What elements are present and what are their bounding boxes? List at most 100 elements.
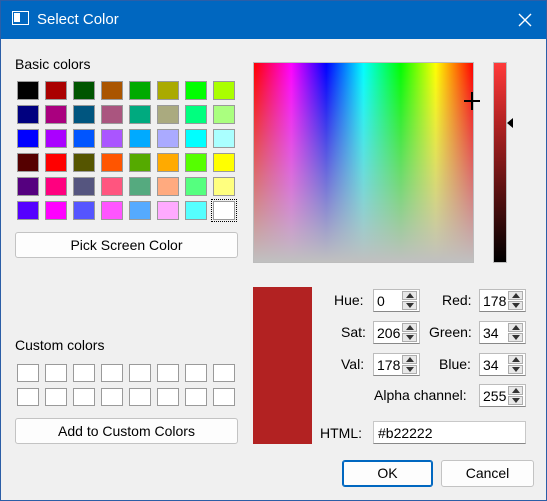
custom-color-slot[interactable]	[157, 388, 179, 406]
red-spinbox[interactable]: 178	[479, 289, 526, 312]
basic-color-swatch[interactable]	[45, 129, 67, 148]
basic-color-swatch[interactable]	[185, 105, 207, 124]
basic-color-swatch[interactable]	[185, 81, 207, 100]
custom-color-slot[interactable]	[101, 364, 123, 382]
basic-color-swatch[interactable]	[129, 177, 151, 196]
basic-color-swatch[interactable]	[185, 177, 207, 196]
hue-decrement-icon[interactable]	[402, 301, 417, 310]
basic-color-swatch[interactable]	[129, 201, 151, 220]
custom-color-slot[interactable]	[213, 388, 235, 406]
basic-color-swatch[interactable]	[17, 105, 39, 124]
basic-color-swatch[interactable]	[101, 177, 123, 196]
val-label: Val:	[341, 356, 365, 372]
blue-increment-icon[interactable]	[508, 355, 523, 364]
window-icon	[12, 11, 29, 25]
custom-color-slot[interactable]	[213, 364, 235, 382]
basic-color-swatch[interactable]	[45, 201, 67, 220]
red-increment-icon[interactable]	[508, 291, 523, 300]
basic-color-swatch[interactable]	[129, 105, 151, 124]
blue-spinbox[interactable]: 34	[479, 353, 526, 376]
basic-color-swatch[interactable]	[101, 153, 123, 172]
val-spinbox[interactable]: 178	[373, 353, 420, 376]
basic-color-swatch[interactable]	[129, 153, 151, 172]
basic-color-swatch[interactable]	[73, 129, 95, 148]
basic-color-swatch[interactable]	[73, 177, 95, 196]
custom-color-slot[interactable]	[185, 388, 207, 406]
alpha-decrement-icon[interactable]	[508, 396, 523, 405]
basic-color-swatch[interactable]	[45, 177, 67, 196]
basic-color-swatch[interactable]	[101, 201, 123, 220]
green-increment-icon[interactable]	[508, 323, 523, 332]
basic-color-swatch[interactable]	[213, 153, 235, 172]
basic-color-swatch[interactable]	[17, 153, 39, 172]
basic-color-swatch[interactable]	[213, 105, 235, 124]
basic-color-swatch[interactable]	[73, 81, 95, 100]
basic-color-swatch[interactable]	[129, 129, 151, 148]
custom-color-slot[interactable]	[17, 364, 39, 382]
alpha-increment-icon[interactable]	[508, 386, 523, 395]
basic-color-swatch[interactable]	[45, 81, 67, 100]
hue-spinbox[interactable]: 0	[373, 289, 420, 312]
basic-color-swatch[interactable]	[17, 177, 39, 196]
basic-color-swatch[interactable]	[157, 153, 179, 172]
basic-color-swatch[interactable]	[213, 129, 235, 148]
basic-color-swatch[interactable]	[157, 105, 179, 124]
sat-increment-icon[interactable]	[402, 323, 417, 332]
green-decrement-icon[interactable]	[508, 333, 523, 342]
custom-color-slot[interactable]	[185, 364, 207, 382]
custom-color-slot[interactable]	[157, 364, 179, 382]
alpha-spinbox[interactable]: 255	[479, 384, 526, 407]
ok-button[interactable]: OK	[342, 460, 433, 487]
value-slider-handle-icon[interactable]	[507, 118, 513, 128]
basic-color-swatch[interactable]	[17, 129, 39, 148]
val-decrement-icon[interactable]	[402, 365, 417, 374]
green-spinbox[interactable]: 34	[479, 321, 526, 344]
basic-color-swatch[interactable]	[17, 81, 39, 100]
color-preview	[253, 287, 312, 444]
basic-color-swatch[interactable]	[45, 153, 67, 172]
value-slider[interactable]	[493, 62, 507, 263]
basic-color-swatch[interactable]	[73, 153, 95, 172]
basic-color-swatch[interactable]	[17, 201, 39, 220]
basic-color-swatch[interactable]	[101, 105, 123, 124]
basic-color-swatch[interactable]	[213, 177, 235, 196]
basic-color-swatch[interactable]	[45, 105, 67, 124]
blue-decrement-icon[interactable]	[508, 365, 523, 374]
basic-color-swatch[interactable]	[157, 201, 179, 220]
basic-color-swatch[interactable]	[101, 129, 123, 148]
basic-color-swatch[interactable]	[185, 129, 207, 148]
alpha-channel-label: Alpha channel:	[374, 387, 467, 403]
basic-color-swatch[interactable]	[157, 129, 179, 148]
cancel-button[interactable]: Cancel	[441, 460, 534, 487]
close-button[interactable]	[505, 3, 545, 37]
basic-color-swatch[interactable]	[101, 81, 123, 100]
add-to-custom-colors-button[interactable]: Add to Custom Colors	[15, 418, 238, 444]
sat-spinbox[interactable]: 206	[373, 321, 420, 344]
basic-color-swatch[interactable]	[185, 153, 207, 172]
basic-color-swatch[interactable]	[73, 105, 95, 124]
custom-color-slot[interactable]	[129, 388, 151, 406]
custom-color-slot[interactable]	[129, 364, 151, 382]
basic-color-swatch[interactable]	[73, 201, 95, 220]
basic-color-swatch[interactable]	[211, 199, 237, 222]
basic-color-swatch[interactable]	[213, 81, 235, 100]
custom-color-slot[interactable]	[73, 364, 95, 382]
custom-color-slot[interactable]	[45, 388, 67, 406]
basic-color-swatch[interactable]	[129, 81, 151, 100]
basic-color-swatch[interactable]	[157, 177, 179, 196]
hue-increment-icon[interactable]	[402, 291, 417, 300]
custom-color-slot[interactable]	[17, 388, 39, 406]
hue-saturation-picker[interactable]	[253, 62, 474, 263]
custom-color-slot[interactable]	[45, 364, 67, 382]
html-color-input[interactable]: #b22222	[373, 421, 526, 444]
custom-color-slot[interactable]	[73, 388, 95, 406]
basic-color-swatch[interactable]	[185, 201, 207, 220]
basic-color-swatch[interactable]	[157, 81, 179, 100]
red-decrement-icon[interactable]	[508, 301, 523, 310]
custom-color-slot[interactable]	[101, 388, 123, 406]
val-increment-icon[interactable]	[402, 355, 417, 364]
sat-decrement-icon[interactable]	[402, 333, 417, 342]
red-label: Red:	[442, 292, 472, 308]
pick-screen-color-button[interactable]: Pick Screen Color	[15, 232, 238, 258]
sat-value: 206	[377, 325, 401, 341]
